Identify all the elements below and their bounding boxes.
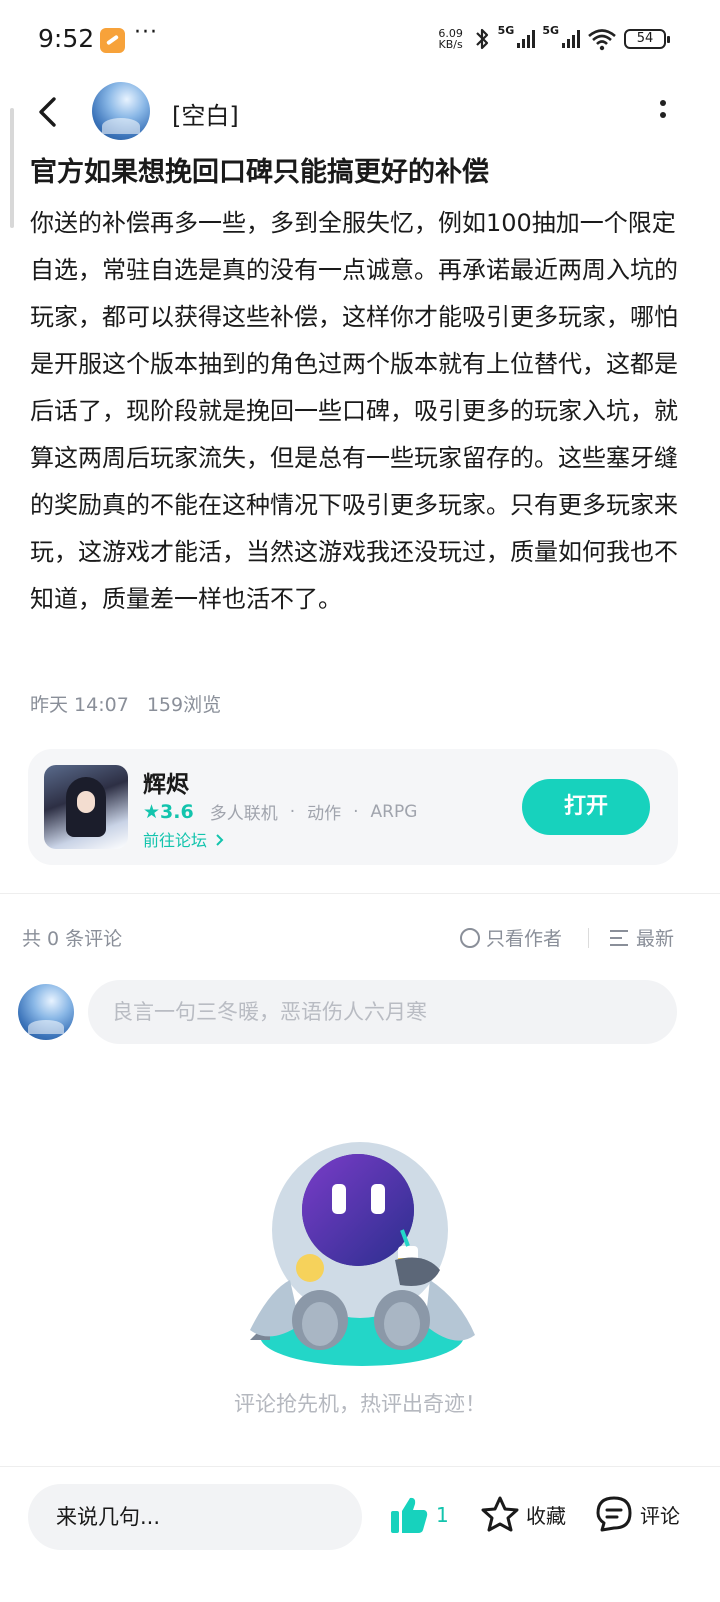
tag-separator: · — [289, 801, 296, 822]
wifi-icon — [588, 29, 616, 51]
post-meta: 昨天 14:07 159浏览 — [30, 690, 221, 717]
game-card[interactable]: 辉烬 ★3.6 多人联机 · 动作 · ARPG 前往论坛 打开 — [28, 749, 678, 865]
more-notifications-icon: ··· — [134, 20, 158, 45]
post-body: 你送的补偿再多一些，多到全服失忆，例如100抽加一个限定自选，常驻自选是真的没有… — [30, 209, 678, 613]
comment-bubble-icon — [596, 1496, 632, 1532]
game-name: 辉烬 — [143, 772, 189, 798]
open-game-button[interactable]: 打开 — [522, 779, 650, 835]
signal-2-icon — [562, 30, 580, 48]
network-speed: 6.09 KB/s — [436, 28, 466, 50]
network-speed-unit: KB/s — [438, 38, 463, 51]
like-button[interactable]: 1 — [388, 1494, 449, 1536]
post-views: 159浏览 — [146, 694, 222, 716]
sort-label: 最新 — [636, 928, 675, 950]
signal-1-icon — [517, 30, 536, 48]
scroll-indicator — [10, 108, 14, 228]
game-tag: 多人联机 — [209, 804, 278, 824]
bottom-divider — [0, 1466, 720, 1467]
game-info-row: ★3.6 多人联机 · 动作 · ARPG — [143, 799, 418, 825]
network-type-2: 5G — [542, 24, 559, 37]
game-rating-value: 3.6 — [160, 800, 194, 823]
post-header: [空白] — [0, 80, 720, 144]
author-avatar[interactable] — [92, 82, 150, 140]
empty-comments-text: 评论抢先机，热评出奇迹！ — [234, 1392, 486, 1416]
mascot-illustration — [250, 1142, 475, 1366]
reply-input[interactable]: 来说几句... — [28, 1484, 362, 1550]
author-nickname[interactable]: [空白] — [172, 96, 239, 131]
forum-link[interactable]: 前往论坛 — [143, 827, 226, 851]
game-tag: ARPG — [370, 801, 418, 822]
game-icon — [44, 765, 128, 849]
author-only-label: 只看作者 — [486, 928, 563, 950]
back-arrow-icon[interactable] — [34, 96, 62, 128]
more-options-icon[interactable] — [658, 100, 668, 126]
star-outline-icon — [481, 1496, 519, 1532]
sort-icon — [610, 929, 630, 947]
status-indicators: 6.09 KB/s 5G 5G 54 — [436, 24, 670, 54]
star-icon: ★ — [143, 800, 161, 823]
author-only-toggle[interactable]: 只看作者 — [460, 924, 562, 951]
app-notification-icon — [100, 28, 125, 53]
like-count: 1 — [436, 1503, 449, 1527]
favorite-button[interactable]: 收藏 — [480, 1494, 566, 1534]
forum-link-label: 前往论坛 — [143, 831, 208, 850]
my-avatar — [18, 984, 74, 1040]
battery-icon: 54 — [624, 29, 670, 49]
chevron-right-icon — [216, 834, 224, 846]
bluetooth-icon — [475, 28, 488, 50]
comment-label: 评论 — [640, 1503, 680, 1528]
status-time: 9:52 — [38, 24, 95, 53]
game-tag: 动作 — [307, 804, 342, 824]
comment-input[interactable] — [88, 980, 677, 1044]
status-bar: 9:52 ··· 6.09 KB/s 5G 5G 54 — [0, 0, 720, 80]
favorite-label: 收藏 — [526, 1503, 566, 1528]
tag-separator: · — [353, 801, 359, 822]
section-divider — [0, 893, 720, 894]
comment-button[interactable]: 评论 — [594, 1494, 680, 1534]
sort-latest-button[interactable]: 最新 — [610, 924, 674, 951]
post-title: 官方如果想挽回口碑只能搞更好的补偿 — [30, 157, 489, 188]
filter-divider — [588, 928, 589, 948]
thumbs-up-icon — [391, 1497, 428, 1533]
radio-icon — [460, 927, 480, 948]
game-rating: ★3.6 — [143, 801, 194, 823]
network-type-1: 5G — [497, 24, 515, 37]
post-time: 昨天 14:07 — [30, 694, 129, 716]
comment-count: 共 0 条评论 — [22, 928, 123, 950]
